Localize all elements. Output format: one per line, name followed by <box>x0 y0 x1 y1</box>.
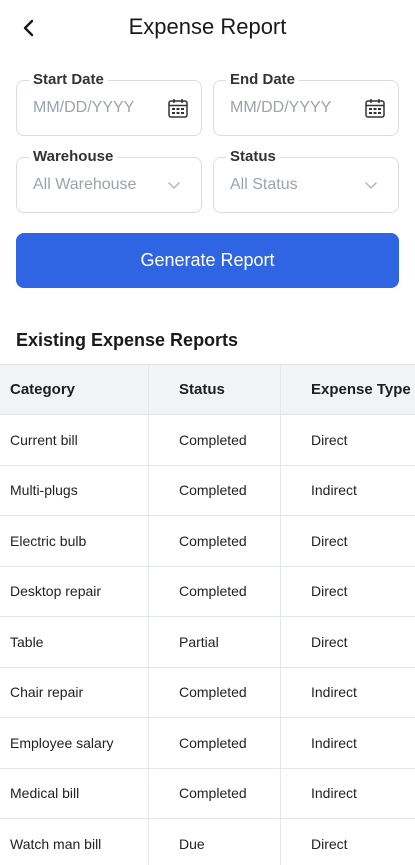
calendar-icon[interactable] <box>167 97 189 124</box>
cell-category: Chair repair <box>0 667 149 717</box>
cell-status: Completed <box>149 516 281 566</box>
cell-expense-type: Indirect <box>311 684 357 701</box>
table-row[interactable]: Table Partial Direct <box>0 617 415 668</box>
cell-status: Completed <box>149 667 281 717</box>
cell-status: Completed <box>149 566 281 616</box>
warehouse-value: All Warehouse <box>33 176 137 193</box>
page-title: Expense Report <box>128 14 287 39</box>
table-row[interactable]: Employee salary Completed Indirect <box>0 718 415 769</box>
end-date-field[interactable]: End Date MM/DD/YYYY <box>213 71 399 136</box>
status-value: All Status <box>230 176 298 193</box>
end-date-placeholder: MM/DD/YYYY <box>230 99 332 116</box>
cell-status: Partial <box>149 617 281 667</box>
table-row[interactable]: Chair repair Completed Indirect <box>0 667 415 718</box>
cell-category: Employee salary <box>0 718 149 768</box>
chevron-down-icon <box>167 178 181 196</box>
header: Expense Report <box>0 0 415 58</box>
column-header-expense-type[interactable]: Expense Type <box>281 365 415 414</box>
cell-category: Table <box>0 617 149 667</box>
warehouse-select[interactable]: Warehouse All Warehouse <box>16 148 202 213</box>
cell-category: Current bill <box>0 415 149 465</box>
cell-status: Due <box>149 819 281 865</box>
cell-expense-type: Direct <box>311 532 348 549</box>
table-row[interactable]: Watch man bill Due Direct <box>0 819 415 865</box>
table-header: Category Status Expense Type <box>0 364 415 415</box>
status-select[interactable]: Status All Status <box>213 148 399 213</box>
table-row[interactable]: Multi-plugs Completed Indirect <box>0 465 415 516</box>
table-row[interactable]: Electric bulb Completed Direct <box>0 516 415 567</box>
cell-expense-type: Direct <box>311 835 348 852</box>
section-title: Existing Expense Reports <box>16 330 239 350</box>
table-row[interactable]: Current bill Completed Direct <box>0 415 415 466</box>
cell-category: Electric bulb <box>0 516 149 566</box>
start-date-field[interactable]: Start Date MM/DD/YYYY <box>16 71 202 136</box>
cell-category: Medical bill <box>0 768 149 818</box>
cell-status: Completed <box>149 465 281 515</box>
start-date-placeholder: MM/DD/YYYY <box>33 99 135 116</box>
cell-category: Multi-plugs <box>0 465 149 515</box>
calendar-icon[interactable] <box>364 97 386 124</box>
cell-expense-type: Direct <box>311 583 348 600</box>
cell-category: Desktop repair <box>0 566 149 616</box>
end-date-label: End Date <box>226 71 300 88</box>
table-row[interactable]: Medical bill Completed Indirect <box>0 768 415 819</box>
cell-category: Watch man bill <box>0 819 149 865</box>
cell-expense-type: Indirect <box>311 482 357 499</box>
start-date-label: Start Date <box>29 71 108 88</box>
status-label: Status <box>226 148 280 165</box>
cell-expense-type: Indirect <box>311 734 357 751</box>
cell-expense-type: Direct <box>311 633 348 650</box>
warehouse-label: Warehouse <box>29 148 118 165</box>
cell-expense-type: Indirect <box>311 785 357 802</box>
cell-status: Completed <box>149 415 281 465</box>
chevron-down-icon <box>364 178 378 196</box>
generate-report-button[interactable]: Generate Report <box>16 233 399 288</box>
reports-table: Category Status Expense Type Current bil… <box>0 364 415 865</box>
table-row[interactable]: Desktop repair Completed Direct <box>0 566 415 617</box>
column-header-category[interactable]: Category <box>0 365 149 414</box>
cell-status: Completed <box>149 718 281 768</box>
cell-expense-type: Direct <box>311 431 348 448</box>
column-header-status[interactable]: Status <box>149 365 281 414</box>
cell-status: Completed <box>149 768 281 818</box>
